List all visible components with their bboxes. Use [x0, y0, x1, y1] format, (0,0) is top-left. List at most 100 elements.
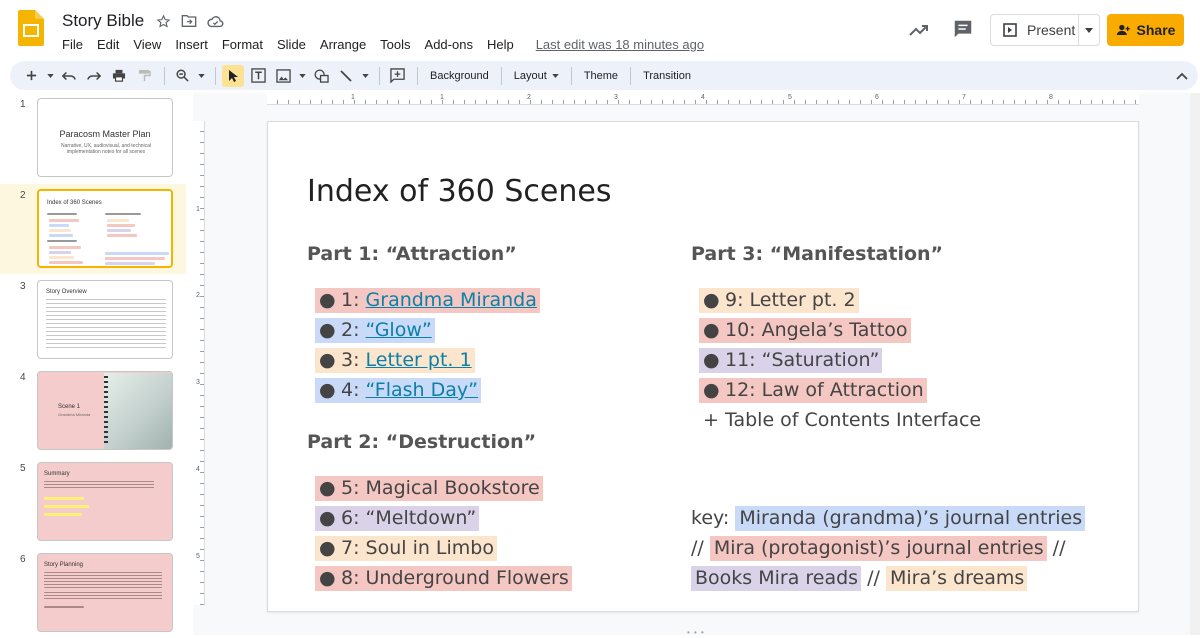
- line-icon[interactable]: [335, 65, 357, 87]
- slide-title[interactable]: Index of 360 Scenes: [307, 174, 611, 209]
- slide-thumbnail[interactable]: Story Overview: [37, 280, 173, 359]
- part-1-heading[interactable]: Part 1: “Attraction”: [307, 243, 517, 265]
- present-options-caret-icon[interactable]: [1079, 27, 1099, 33]
- slide-thumbnail[interactable]: Scene 1 Grandma Miranda: [37, 371, 173, 450]
- share-button[interactable]: Share: [1107, 14, 1184, 46]
- cloud-status-icon[interactable]: [206, 12, 224, 30]
- menu-file[interactable]: File: [55, 36, 90, 53]
- list-item[interactable]: ● 11: “Saturation”: [699, 348, 984, 379]
- new-slide-caret-icon[interactable]: [45, 65, 55, 87]
- menu-edit[interactable]: Edit: [90, 36, 126, 53]
- filmstrip-slide-6[interactable]: 6 Story Planning: [0, 548, 186, 638]
- menu-help[interactable]: Help: [480, 36, 521, 53]
- menu-tools[interactable]: Tools: [373, 36, 417, 53]
- zoom-icon[interactable]: [171, 65, 193, 87]
- filmstrip-slide-3[interactable]: 3 Story Overview: [0, 275, 186, 365]
- filmstrip-slide-5[interactable]: 5 Summary: [0, 457, 186, 547]
- item-number: 4:: [341, 379, 366, 401]
- part-2-heading[interactable]: Part 2: “Destruction”: [307, 431, 536, 453]
- scene-link[interactable]: Grandma Miranda: [366, 289, 537, 311]
- theme-button[interactable]: Theme: [578, 70, 624, 82]
- list-item[interactable]: ● 5: Magical Bookstore: [315, 476, 572, 507]
- ruler-label: 5: [788, 94, 792, 101]
- color-key-line-3[interactable]: Books Mira reads // Mira’s dreams: [691, 566, 1028, 597]
- scene-link[interactable]: “Glow”: [366, 319, 432, 341]
- list-item[interactable]: + Table of Contents Interface: [699, 409, 984, 439]
- current-slide[interactable]: Index of 360 Scenes Part 1: “Attraction”…: [267, 121, 1139, 612]
- filmstrip-slide-2[interactable]: 2 Index of 360 Scenes: [0, 184, 186, 274]
- slide-thumbnail[interactable]: Paracosm Master Plan Narrative, UX, audi…: [37, 98, 173, 177]
- thumbnail-text-line: [49, 261, 83, 264]
- slide-thumbnail[interactable]: Story Planning: [37, 553, 173, 632]
- image-caret-icon[interactable]: [297, 65, 307, 87]
- list-item[interactable]: ● 9: Letter pt. 2: [699, 288, 984, 319]
- key-separator: //: [861, 567, 886, 589]
- part-2-list[interactable]: ● 5: Magical Bookstore ● 6: “Meltdown” ● 7:…: [315, 476, 572, 597]
- list-item[interactable]: ● 10: Angela’s Tattoo: [699, 318, 984, 349]
- comments-icon[interactable]: [952, 18, 976, 42]
- redo-icon[interactable]: [83, 65, 105, 87]
- slide-thumbnail[interactable]: Summary: [37, 462, 173, 541]
- filmstrip-slide-1[interactable]: 1 Paracosm Master Plan Narrative, UX, au…: [0, 93, 186, 183]
- scene-link[interactable]: Letter pt. 1: [366, 349, 472, 371]
- list-item[interactable]: ● 1: Grandma Miranda: [315, 288, 540, 319]
- list-item[interactable]: ● 3: Letter pt. 1: [315, 348, 540, 379]
- menu-view[interactable]: View: [126, 36, 168, 53]
- star-icon[interactable]: [154, 12, 172, 30]
- slides-logo-icon[interactable]: [18, 10, 44, 46]
- activity-trend-icon[interactable]: [907, 18, 931, 42]
- text-box-icon[interactable]: [247, 65, 269, 87]
- layout-button[interactable]: Layout: [508, 70, 565, 82]
- part-1-list[interactable]: ● 1: Grandma Miranda ● 2: “Glow” ● 3: Lette…: [315, 288, 540, 409]
- background-button[interactable]: Background: [424, 70, 495, 82]
- slide-thumbnail[interactable]: Index of 360 Scenes: [37, 189, 173, 268]
- list-item[interactable]: ● 2: “Glow”: [315, 318, 540, 349]
- ruler-label: 1: [440, 94, 444, 101]
- list-item[interactable]: ● 4: “Flash Day”: [315, 378, 540, 409]
- line-caret-icon[interactable]: [360, 65, 370, 87]
- item-number: 1:: [341, 289, 366, 311]
- add-comment-icon[interactable]: [386, 65, 408, 87]
- select-arrow-icon[interactable]: [222, 64, 244, 87]
- color-key-line-2[interactable]: // Mira (protagonist)’s journal entries …: [691, 536, 1065, 567]
- speaker-notes-drag-handle-icon[interactable]: • • •: [687, 628, 705, 637]
- move-folder-icon[interactable]: [180, 12, 198, 30]
- color-key-line-1[interactable]: key: Miranda (grandma)’s journal entries: [691, 506, 1086, 537]
- present-button[interactable]: Present: [990, 14, 1100, 46]
- thumbnail-text-line: [107, 234, 137, 237]
- zoom-caret-icon[interactable]: [196, 65, 206, 87]
- part-3-list[interactable]: ● 9: Letter pt. 2 ● 10: Angela’s Tattoo ● 1…: [699, 288, 984, 439]
- part-3-heading[interactable]: Part 3: “Manifestation”: [691, 243, 943, 265]
- shape-icon[interactable]: [310, 65, 332, 87]
- scene-label: 8: Underground Flowers: [341, 567, 569, 589]
- list-item[interactable]: ● 6: “Meltdown”: [315, 506, 572, 537]
- scene-link[interactable]: “Flash Day”: [366, 379, 478, 401]
- key-books: Books Mira reads: [691, 566, 862, 591]
- thumbnail-text-line: [44, 606, 84, 608]
- menu-insert[interactable]: Insert: [168, 36, 215, 53]
- insert-image-icon[interactable]: [272, 65, 294, 87]
- plus-icon: +: [703, 409, 719, 431]
- transition-button[interactable]: Transition: [637, 70, 697, 82]
- menu-slide[interactable]: Slide: [270, 36, 313, 53]
- list-item[interactable]: ● 12: Law of Attraction: [699, 378, 984, 409]
- list-item[interactable]: ● 7: Soul in Limbo: [315, 536, 572, 567]
- menu-format[interactable]: Format: [215, 36, 270, 53]
- undo-icon[interactable]: [58, 65, 80, 87]
- ruler-label: 2: [527, 94, 531, 101]
- menu-addons[interactable]: Add-ons: [418, 36, 480, 53]
- thumbnail-text-line: [49, 246, 81, 249]
- slide-number: 6: [20, 554, 26, 565]
- bullet-icon: ●: [319, 289, 336, 311]
- paint-format-icon[interactable]: [133, 65, 155, 87]
- print-icon[interactable]: [108, 65, 130, 87]
- list-item[interactable]: ● 8: Underground Flowers: [315, 566, 572, 597]
- vertical-scrollbar[interactable]: [1190, 93, 1200, 635]
- last-edit-link[interactable]: Last edit was 18 minutes ago: [529, 36, 711, 53]
- new-slide-icon[interactable]: [20, 65, 42, 87]
- doc-title[interactable]: Story Bible: [62, 11, 144, 31]
- menu-arrange[interactable]: Arrange: [313, 36, 373, 53]
- collapse-chevron-icon[interactable]: [1176, 67, 1188, 85]
- filmstrip-slide-4[interactable]: 4 Scene 1 Grandma Miranda: [0, 366, 186, 456]
- ruler-label: 4: [701, 94, 705, 101]
